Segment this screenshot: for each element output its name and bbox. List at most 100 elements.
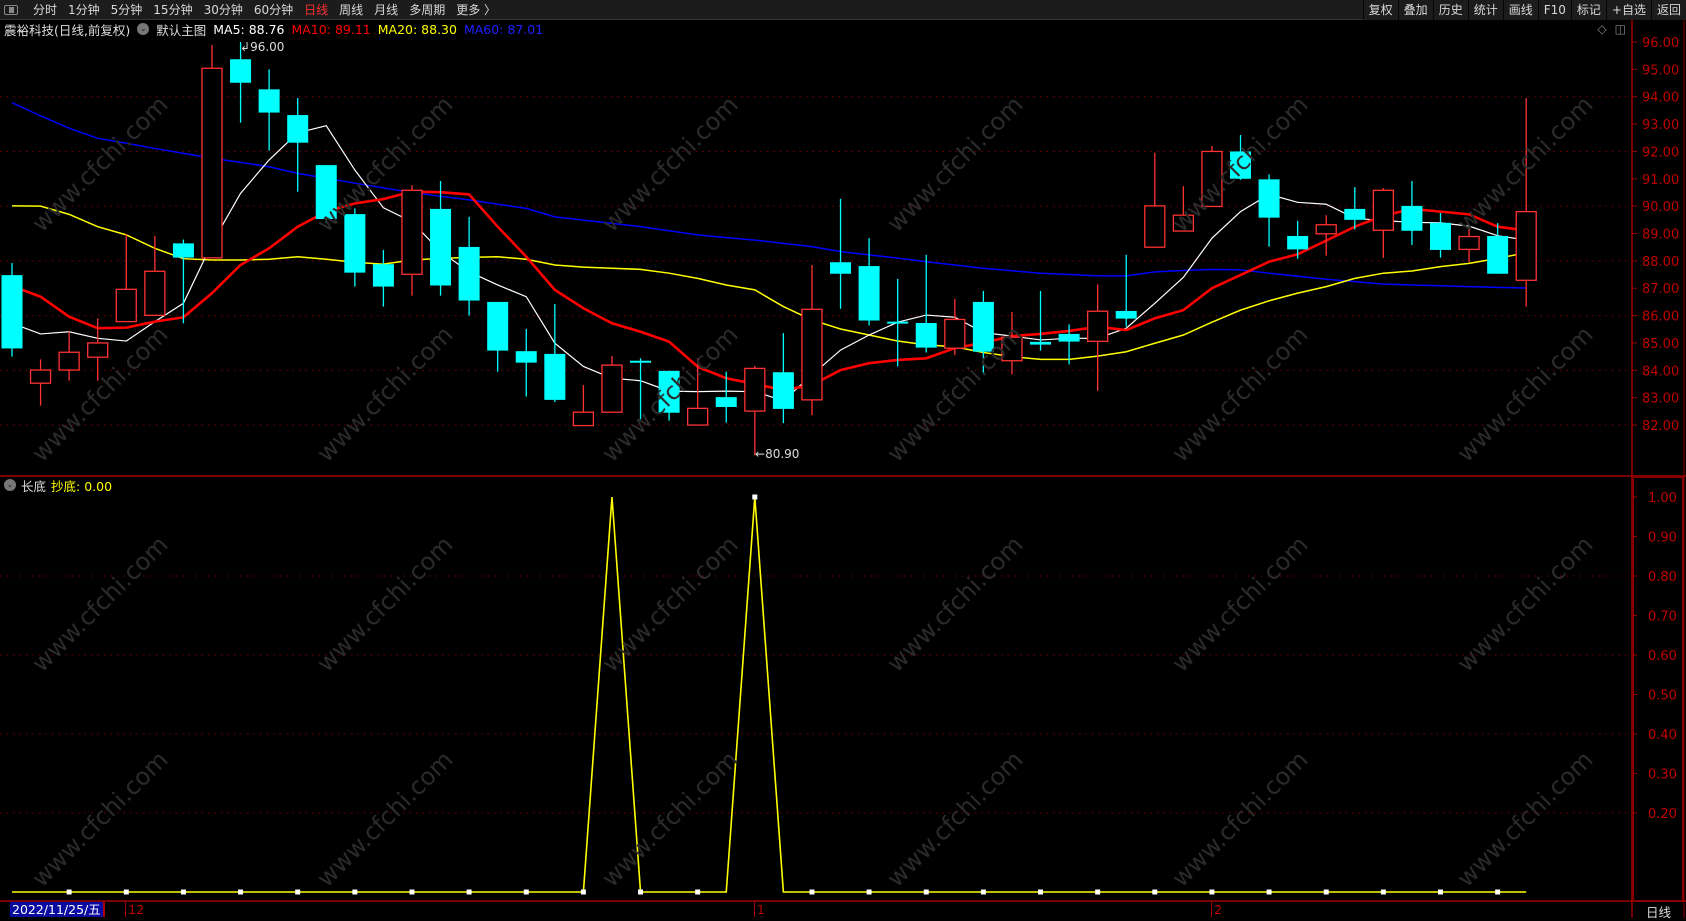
toolbar-button[interactable]: 标记 [1570,0,1606,20]
signal-point [123,889,129,895]
diamond-icon[interactable]: ◇ [1597,22,1606,36]
candle-body [572,411,595,427]
chart-frame [0,20,1686,918]
toolbar-button[interactable]: 画线 [1502,0,1538,20]
price-tick-label: 89.00 [1642,228,1679,243]
candle-body [601,364,623,413]
indicator-tick-label: 0.70 [1648,610,1677,625]
candle-up [801,264,823,416]
candle-body [1458,235,1480,251]
sidebar-toggle-icon[interactable] [4,4,18,15]
signal-point [295,889,301,895]
toolbar-button[interactable]: +自选 [1605,0,1651,20]
candle-body [1030,341,1052,345]
signal-series-line [12,496,1527,893]
candle-down [1287,220,1309,259]
ma20-line [11,205,1527,361]
chevron-down-icon[interactable]: ⌄ [4,479,16,491]
indicator-tick-label: 0.40 [1648,728,1677,743]
candle-up [1144,152,1166,248]
candle-body [1430,222,1451,250]
indicator-tick-label: 0.50 [1648,689,1677,704]
candle-body [1172,214,1195,232]
period-tab[interactable]: 多周期 [409,1,445,18]
x-axis-label: 2 [1210,902,1222,917]
indicator-tick-label: 1.00 [1648,491,1677,506]
price-tick-label: 91.00 [1642,173,1679,188]
x-axis-label: 1 [753,902,765,917]
price-tick-label: 85.00 [1642,337,1679,352]
period-tab[interactable]: 月线 [374,1,398,18]
template-selector[interactable]: 默认主图 [156,20,206,39]
candle-body [315,165,337,220]
panel-toggle-icon[interactable]: ◫ [1615,22,1626,36]
candle-down [315,165,337,223]
signal-point [580,889,586,895]
period-tab[interactable]: 日线 [304,1,328,18]
toolbar-button[interactable]: 统计 [1467,0,1503,20]
signal-point [409,889,415,895]
signal-point [695,889,701,895]
main-chart-header: 震裕科技(日线,前复权) ⌄ 默认主图 MA5: 88.76 MA10: 89.… [4,20,543,38]
toolbar-button[interactable]: 返回 [1650,0,1686,20]
candle-body [29,369,52,384]
candle-body [1,275,23,349]
kline-chart[interactable]: 96.00 95.00 94.00 93.00 92.00 91.00 90.00 89.00… [0,0,1686,918]
period-tab[interactable]: 5分钟 [111,1,143,18]
period-tab[interactable]: 周线 [339,1,363,18]
period-tab[interactable]: 分时 [33,1,57,18]
price-tick-label: 90.00 [1642,200,1679,215]
toolbar-button[interactable]: 复权 [1362,0,1398,20]
candle-up [115,234,137,323]
candle-down [658,370,680,421]
candle-body [1201,150,1223,208]
ma60-value: MA60: 87.01 [463,21,544,37]
period-tabs: 分时 1分钟 5分钟 15分钟 30分钟 60分钟 日线 周线 月线 多周期 更多 〉 [0,1,496,18]
candle-down [1258,174,1280,247]
candle-up [401,185,423,296]
candle-down [458,216,480,316]
toolbar-button[interactable]: F10 [1537,0,1571,20]
toolbar-button[interactable]: 历史 [1432,0,1468,20]
period-label[interactable]: 日线 [1646,902,1671,921]
toolbar-button[interactable]: 叠加 [1397,0,1433,20]
ma10-line [11,190,1527,392]
candle-body [1372,189,1395,231]
candle-body [1515,210,1537,281]
signal-line [12,494,1527,895]
indicator-value: 抄底: 0.00 [51,478,113,494]
chevron-down-icon[interactable]: ⌄ [137,23,150,35]
candle-up [1315,215,1337,256]
signal-point [180,889,186,895]
low-price-label: 80.90 [765,447,800,461]
candle-up [744,365,766,456]
arrow-icon: ↲ [240,40,251,54]
candle-body [201,67,223,259]
candle-down [1430,213,1451,258]
period-tab[interactable]: 15分钟 [153,1,192,18]
candle-body [830,262,852,274]
period-tab[interactable]: 30分钟 [204,1,243,18]
candle-body [1001,336,1023,362]
signal-point [980,889,986,895]
signal-point [1095,889,1101,895]
candle-body [58,351,80,371]
price-tick-label: 92.00 [1642,145,1679,160]
moving-averages [11,102,1527,402]
indicator-tick-label: 0.20 [1648,807,1677,822]
candles [1,42,1537,456]
candle-up [1372,188,1395,258]
arrow-left-icon: ← [755,447,766,461]
candle-up [201,45,223,259]
indicator-name[interactable]: 长底 [21,476,46,495]
period-tab[interactable]: 1分钟 [68,1,100,18]
low-annotation: ←80.90 [755,447,799,461]
period-tab[interactable]: 60分钟 [254,1,293,18]
period-tab[interactable]: 更多 〉 [456,1,496,18]
candle-down [630,358,652,420]
price-tick-label: 82.00 [1642,419,1679,434]
signal-point [523,889,529,895]
candle-body [715,397,737,407]
signal-point [1323,889,1329,895]
candle-body [372,264,394,287]
